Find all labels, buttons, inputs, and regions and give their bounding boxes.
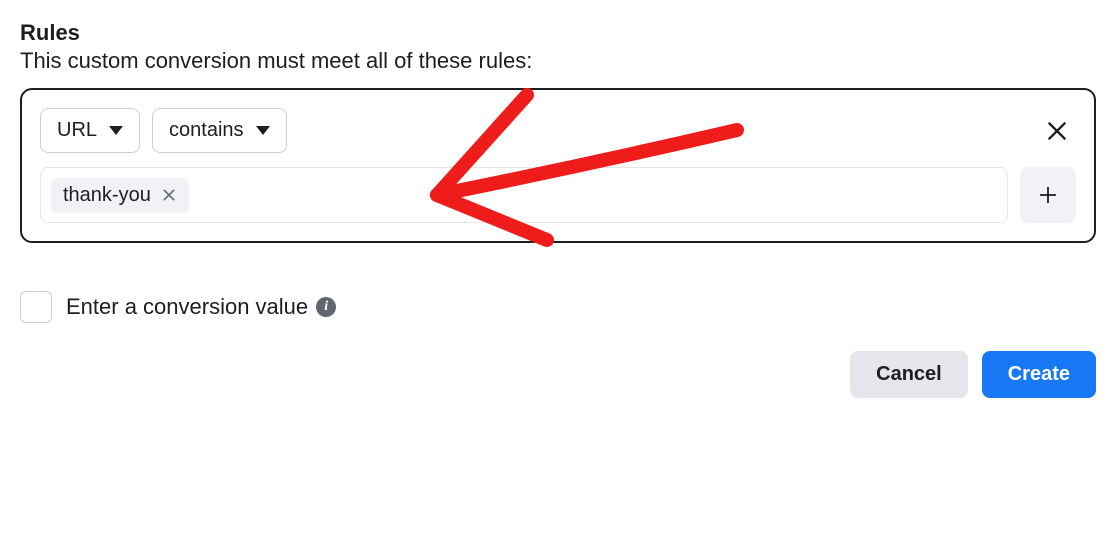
rules-section: Rules This custom conversion must meet a… xyxy=(20,20,1096,398)
create-button[interactable]: Create xyxy=(982,351,1096,398)
conversion-value-row: Enter a conversion value i xyxy=(20,291,1096,323)
chip-remove-button[interactable] xyxy=(161,187,177,203)
footer-actions: Cancel Create xyxy=(20,351,1096,398)
close-icon xyxy=(161,187,177,203)
chevron-down-icon xyxy=(109,126,123,135)
annotation-arrow xyxy=(407,65,777,255)
conversion-value-checkbox[interactable] xyxy=(20,291,52,323)
cancel-button[interactable]: Cancel xyxy=(850,351,968,398)
plus-icon xyxy=(1037,184,1059,206)
close-icon xyxy=(1044,118,1070,144)
field-dropdown[interactable]: URL xyxy=(40,108,140,153)
conversion-value-text: Enter a conversion value xyxy=(66,294,308,320)
chevron-down-icon xyxy=(256,126,270,135)
info-icon[interactable]: i xyxy=(316,297,336,317)
add-value-button[interactable] xyxy=(1020,167,1076,223)
remove-rule-button[interactable] xyxy=(1038,112,1076,150)
value-chip: thank-you xyxy=(51,178,189,213)
operator-dropdown-label: contains xyxy=(169,119,244,142)
rules-container: URL contains thank-you xyxy=(20,88,1096,243)
section-subtitle: This custom conversion must meet all of … xyxy=(20,48,1096,74)
conversion-value-label: Enter a conversion value i xyxy=(66,294,336,320)
field-dropdown-label: URL xyxy=(57,119,97,142)
value-input[interactable]: thank-you xyxy=(40,167,1008,223)
operator-dropdown[interactable]: contains xyxy=(152,108,287,153)
section-title: Rules xyxy=(20,20,1096,46)
chip-text: thank-you xyxy=(63,184,151,207)
rule-value-row: thank-you xyxy=(40,167,1076,223)
rule-condition-row: URL contains xyxy=(40,108,1076,153)
